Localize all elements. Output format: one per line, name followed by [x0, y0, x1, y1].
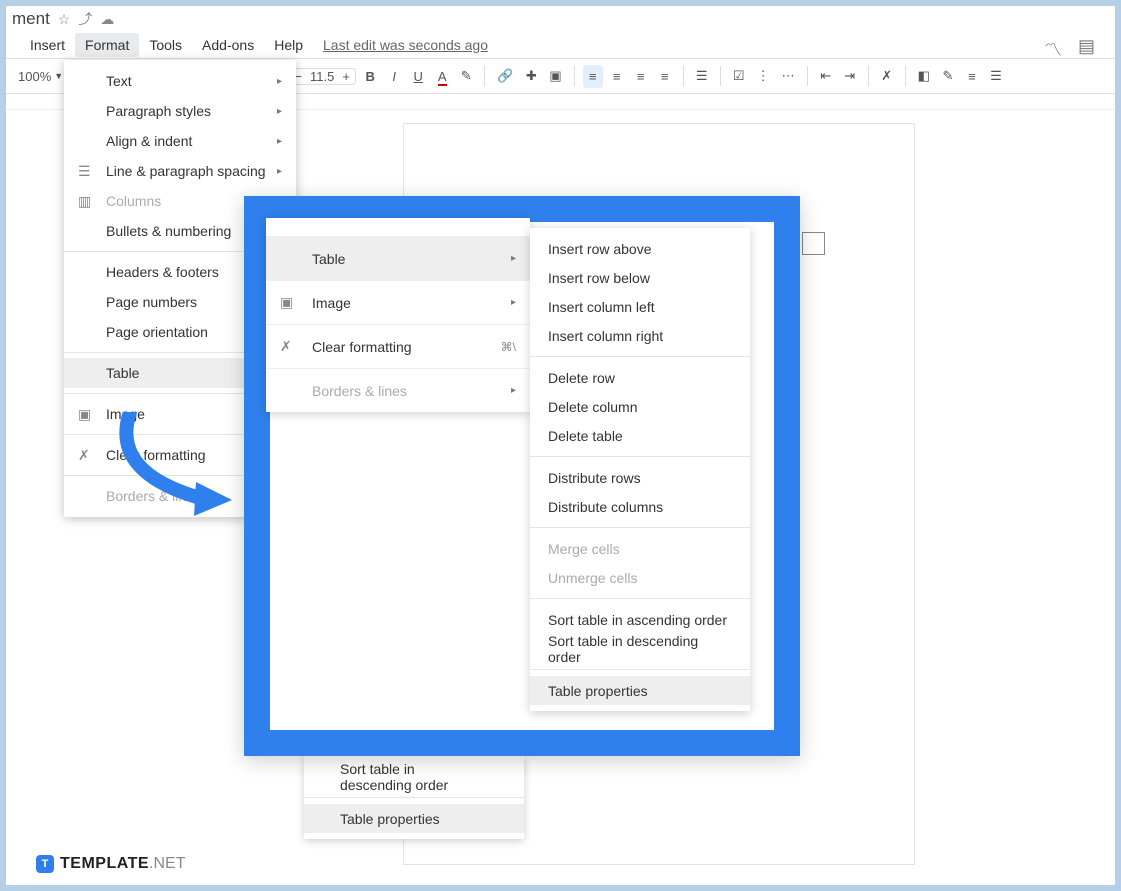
- highlight-button[interactable]: ✎: [456, 64, 476, 88]
- table-cell-preview: [802, 232, 825, 255]
- checklist-button[interactable]: ☑: [729, 64, 749, 88]
- callout-clear[interactable]: ✗Clear formatting⌘\: [266, 324, 530, 368]
- table-properties[interactable]: Table properties: [530, 676, 750, 705]
- line-spacing-button[interactable]: ☰: [692, 64, 712, 88]
- sort-asc[interactable]: Sort table in ascending order: [530, 605, 750, 634]
- watermark: T TEMPLATE.NET: [36, 855, 185, 873]
- top-right-icons: 〽 ▤: [1044, 36, 1095, 62]
- doc-title[interactable]: ment: [12, 9, 50, 29]
- underline-button[interactable]: U: [408, 65, 428, 88]
- distribute-rows[interactable]: Distribute rows: [530, 463, 750, 492]
- image-icon: ▣: [280, 294, 293, 311]
- menu-insert[interactable]: Insert: [20, 33, 75, 57]
- clear-icon: ✗: [78, 447, 90, 464]
- chevron-right-icon: ▸: [511, 253, 516, 264]
- italic-button[interactable]: I: [384, 65, 404, 88]
- watermark-suffix: .NET: [149, 855, 185, 873]
- menubar: Insert Format Tools Add-ons Help Last ed…: [6, 32, 1115, 58]
- shortcut-label: ⌘\: [501, 340, 516, 354]
- menu-format[interactable]: Format: [75, 33, 139, 57]
- unmerge-cells: Unmerge cells: [530, 563, 750, 592]
- behind-sort-desc[interactable]: Sort table in descending order: [304, 762, 524, 791]
- fontsize-stepper[interactable]: − 11.5 +: [288, 68, 356, 85]
- menu-tools[interactable]: Tools: [139, 33, 192, 57]
- app-window: ment ☆ ⤴ ☁ 〽 ▤ Insert Format Tools Add-o…: [6, 6, 1115, 885]
- insert-col-left[interactable]: Insert column left: [530, 292, 750, 321]
- menu-help[interactable]: Help: [264, 33, 313, 57]
- outdent-button[interactable]: ⇤: [816, 64, 836, 88]
- indent-button[interactable]: ⇥: [840, 64, 860, 88]
- cloud-icon[interactable]: ☁: [100, 11, 114, 28]
- link-button[interactable]: 🔗: [493, 64, 517, 88]
- chevron-right-icon: ▸: [277, 76, 282, 87]
- comment-button[interactable]: ✚: [521, 64, 541, 88]
- callout-highlight: Table▸ ▣Image▸ ✗Clear formatting⌘\ Borde…: [244, 196, 800, 756]
- clear-format-button[interactable]: ✗: [877, 64, 897, 88]
- insert-col-right[interactable]: Insert column right: [530, 321, 750, 350]
- last-edit-link[interactable]: Last edit was seconds ago: [323, 37, 488, 53]
- align-center-button[interactable]: ≡: [607, 65, 627, 88]
- columns-icon: ▥: [78, 193, 91, 210]
- star-icon[interactable]: ☆: [58, 11, 71, 28]
- titlebar: ment ☆ ⤴ ☁: [6, 6, 1115, 32]
- fontsize-plus[interactable]: +: [337, 69, 355, 84]
- chevron-right-icon: ▸: [277, 166, 282, 177]
- watermark-brand: TEMPLATE: [60, 855, 149, 873]
- sort-desc[interactable]: Sort table in descending order: [530, 634, 750, 663]
- border-style-button[interactable]: ≡: [962, 65, 982, 88]
- insert-row-above[interactable]: Insert row above: [530, 234, 750, 263]
- chevron-right-icon: ▸: [277, 136, 282, 147]
- behind-table-props[interactable]: Table properties: [304, 804, 524, 833]
- bold-button[interactable]: B: [360, 65, 380, 88]
- format-spacing[interactable]: ☰Line & paragraph spacing▸: [64, 156, 296, 186]
- move-icon[interactable]: ⤴: [78, 9, 92, 29]
- border-color-button[interactable]: ✎: [938, 64, 958, 88]
- chevron-right-icon: ▸: [511, 297, 516, 308]
- callout-image[interactable]: ▣Image▸: [266, 280, 530, 324]
- chevron-right-icon: ▸: [511, 385, 516, 396]
- align-justify-button[interactable]: ≡: [655, 65, 675, 88]
- behind-submenu: Sort table in descending order Table pro…: [304, 756, 524, 839]
- template-logo-icon: T: [36, 855, 54, 873]
- image-button[interactable]: ▣: [545, 64, 565, 88]
- fill-color-button[interactable]: ◧: [914, 64, 934, 88]
- callout-table[interactable]: Table▸: [266, 236, 530, 280]
- chevron-right-icon: ▸: [277, 106, 282, 117]
- table-submenu: Insert row above Insert row below Insert…: [530, 228, 750, 711]
- fontsize-value[interactable]: 11.5: [307, 69, 337, 84]
- delete-row[interactable]: Delete row: [530, 363, 750, 392]
- trending-icon[interactable]: 〽: [1044, 36, 1062, 62]
- zoom-value: 100%: [18, 69, 51, 84]
- delete-table[interactable]: Delete table: [530, 421, 750, 450]
- format-align[interactable]: Align & indent▸: [64, 126, 296, 156]
- merge-cells: Merge cells: [530, 534, 750, 563]
- clear-icon: ✗: [280, 338, 292, 355]
- spacing-icon: ☰: [78, 163, 91, 180]
- align-right-button[interactable]: ≡: [631, 65, 651, 88]
- comment-icon[interactable]: ▤: [1078, 36, 1095, 62]
- image-icon: ▣: [78, 406, 91, 423]
- callout-arrow-icon: [100, 412, 240, 522]
- delete-col[interactable]: Delete column: [530, 392, 750, 421]
- callout-borders: Borders & lines▸: [266, 368, 530, 412]
- menu-addons[interactable]: Add-ons: [192, 33, 264, 57]
- format-paragraph[interactable]: Paragraph styles▸: [64, 96, 296, 126]
- number-list-button[interactable]: ⋯: [778, 64, 799, 88]
- text-color-button[interactable]: A: [432, 65, 452, 88]
- align-left-button[interactable]: ≡: [583, 65, 603, 88]
- zoom-select[interactable]: 100%▼: [14, 65, 67, 88]
- callout-format-menu: Table▸ ▣Image▸ ✗Clear formatting⌘\ Borde…: [266, 218, 530, 412]
- format-text[interactable]: Text▸: [64, 66, 296, 96]
- border-width-button[interactable]: ☰: [986, 64, 1006, 88]
- distribute-cols[interactable]: Distribute columns: [530, 492, 750, 521]
- bullet-list-button[interactable]: ⋮: [753, 64, 774, 88]
- insert-row-below[interactable]: Insert row below: [530, 263, 750, 292]
